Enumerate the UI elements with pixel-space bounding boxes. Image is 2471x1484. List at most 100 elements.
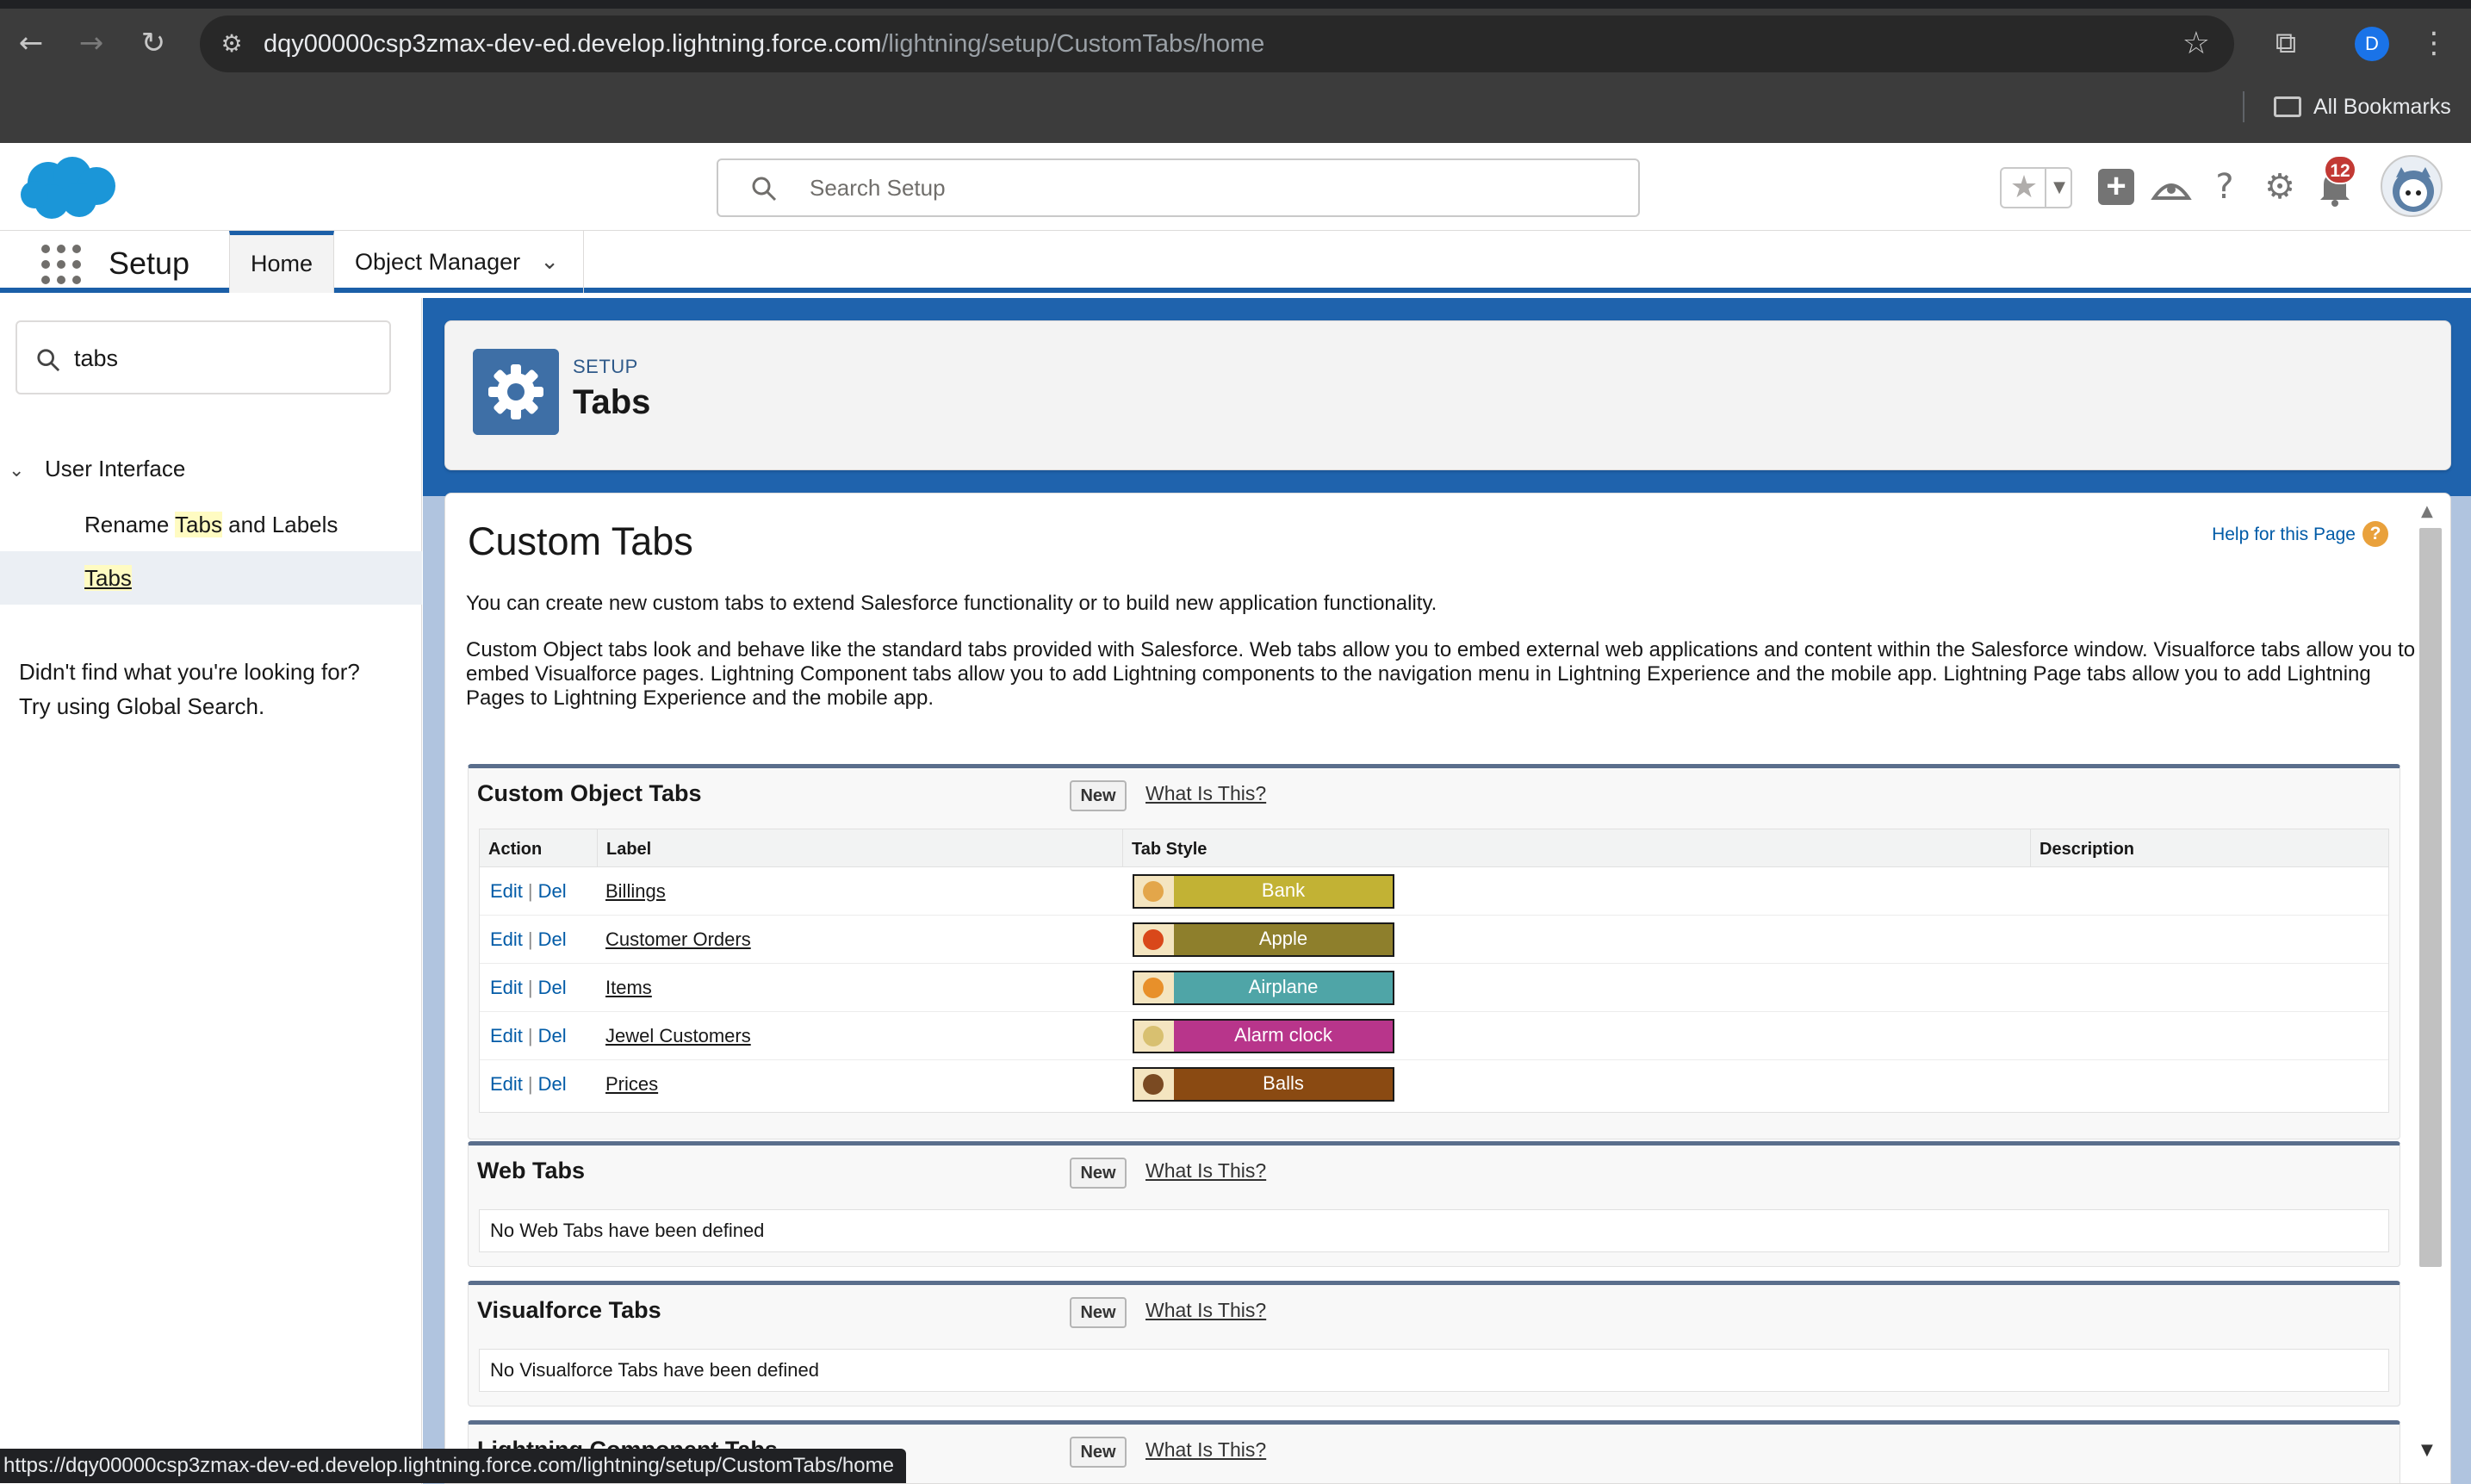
help-for-this-page-link[interactable]: Help for this Page: [2212, 525, 2356, 545]
tab-home[interactable]: Home: [229, 231, 334, 293]
action-separator: |: [527, 1073, 533, 1095]
tab-style-glyph: [1143, 1074, 1164, 1095]
astro-avatar-icon: [2393, 167, 2434, 212]
tree-group-user-interface[interactable]: ⌄ User Interface: [9, 451, 185, 486]
tab-label-link[interactable]: Prices: [605, 1073, 658, 1095]
search-setup-input[interactable]: Search Setup: [717, 158, 1640, 217]
app-navigation-bar: Setup Home Object Manager ⌄: [0, 231, 2471, 293]
content-scrollbar[interactable]: ▲ ▼: [2416, 502, 2443, 1475]
scroll-up-icon[interactable]: ▲: [2421, 502, 2433, 520]
favorites-dropdown-icon[interactable]: ▼: [2048, 171, 2071, 205]
salesforce-cloud-logo[interactable]: [19, 155, 119, 222]
tab-style-icon: [1134, 876, 1174, 907]
notification-count-badge: 12: [2324, 155, 2356, 184]
web-tabs-section: Web Tabs New What Is This? No Web Tabs h…: [468, 1141, 2400, 1267]
new-lightning-component-tab-button[interactable]: New: [1070, 1437, 1127, 1468]
row-actions: Edit | Del: [490, 964, 567, 1012]
tab-style-glyph: [1143, 1026, 1164, 1046]
user-avatar[interactable]: [2381, 155, 2443, 217]
tab-style-icon: [1134, 1021, 1174, 1052]
tab-style-name: Balls: [1174, 1069, 1393, 1100]
what-is-this-link[interactable]: What Is This?: [1145, 1159, 1266, 1183]
edit-link[interactable]: Edit: [490, 928, 523, 950]
tab-style-swatch: Apple: [1133, 922, 1394, 957]
quick-find-input[interactable]: tabs: [16, 320, 391, 394]
action-separator: |: [527, 928, 533, 950]
tab-style-icon: [1134, 1069, 1174, 1100]
del-link[interactable]: Del: [538, 880, 567, 902]
sidebar-item-rename-tabs-and-labels[interactable]: Rename Tabs and Labels: [0, 498, 422, 551]
del-link[interactable]: Del: [538, 1073, 567, 1095]
new-custom-object-tab-button[interactable]: New: [1070, 780, 1127, 811]
sidebar-item-label: and Labels: [221, 512, 338, 537]
search-icon: [752, 177, 777, 202]
what-is-this-link[interactable]: What Is This?: [1145, 1299, 1266, 1322]
tab-label-link[interactable]: Customer Orders: [605, 928, 751, 950]
section-title: Visualforce Tabs: [477, 1297, 661, 1323]
chevron-down-icon[interactable]: ⌄: [9, 454, 34, 488]
column-header: Action: [488, 840, 543, 859]
bookmarks-divider: [2243, 91, 2244, 122]
del-link[interactable]: Del: [538, 977, 567, 998]
what-is-this-link[interactable]: What Is This?: [1145, 1438, 1266, 1462]
browser-menu-icon[interactable]: ⋮: [2418, 22, 2449, 64]
intro-text: You can create new custom tabs to extend…: [466, 592, 1437, 615]
tab-object-manager-label: Object Manager: [355, 249, 521, 275]
quick-find-value: tabs: [74, 345, 119, 371]
bookmark-star-icon[interactable]: ☆: [2182, 26, 2210, 61]
extensions-icon[interactable]: ⧉: [2265, 22, 2306, 64]
favorites-group: ★ ▼: [2000, 167, 2072, 208]
reload-icon[interactable]: ↻: [133, 22, 174, 64]
scrollbar-thumb[interactable]: [2419, 528, 2442, 1267]
column-header: Tab Style: [1122, 829, 2030, 867]
page-title: Tabs: [573, 383, 651, 421]
new-web-tab-button[interactable]: New: [1070, 1158, 1127, 1189]
all-bookmarks-button[interactable]: All Bookmarks: [2274, 90, 2451, 124]
custom-object-tabs-section: Custom Object Tabs New What Is This? Act…: [468, 764, 2400, 1139]
action-separator: |: [527, 977, 533, 998]
sidebar-item-tabs[interactable]: Tabs: [0, 551, 422, 605]
back-icon[interactable]: ←: [10, 22, 52, 64]
favorites-separator: [2045, 169, 2046, 207]
setup-gear-icon[interactable]: ⚙: [2258, 165, 2301, 208]
not-found-message: Didn't find what you're looking for? Try…: [19, 655, 415, 723]
row-label: Items: [605, 964, 652, 1012]
del-link[interactable]: Del: [538, 1025, 567, 1046]
app-launcher-icon[interactable]: [41, 245, 81, 284]
tab-style-glyph: [1143, 929, 1164, 950]
tab-style-swatch: Airplane: [1133, 971, 1394, 1005]
section-title: Web Tabs: [477, 1158, 586, 1183]
row-label: Prices: [605, 1060, 658, 1108]
tab-label-link[interactable]: Billings: [605, 880, 666, 902]
table-row: Edit | Del Prices Balls: [480, 1060, 2388, 1108]
tab-label-link[interactable]: Jewel Customers: [605, 1025, 751, 1046]
section-title: Custom Object Tabs: [477, 780, 702, 806]
help-icon[interactable]: ?: [2203, 165, 2246, 208]
edit-link[interactable]: Edit: [490, 977, 523, 998]
edit-link[interactable]: Edit: [490, 880, 523, 902]
favorite-star-icon[interactable]: ★: [2007, 171, 2041, 205]
edit-link[interactable]: Edit: [490, 1025, 523, 1046]
what-is-this-link[interactable]: What Is This?: [1145, 782, 1266, 805]
new-visualforce-tab-button[interactable]: New: [1070, 1297, 1127, 1328]
del-link[interactable]: Del: [538, 928, 567, 950]
tab-object-manager[interactable]: Object Manager ⌄: [334, 231, 584, 293]
profile-avatar[interactable]: D: [2355, 27, 2389, 61]
help-question-icon[interactable]: ?: [2362, 521, 2388, 547]
forward-icon[interactable]: →: [71, 22, 112, 64]
scroll-down-icon[interactable]: ▼: [2421, 1441, 2433, 1459]
address-bar[interactable]: ⚙ dqy00000csp3zmax-dev-ed.develop.lightn…: [200, 16, 2234, 72]
chevron-down-icon[interactable]: ⌄: [540, 231, 559, 293]
tab-style-swatch: Bank: [1133, 874, 1394, 909]
tab-label-link[interactable]: Items: [605, 977, 652, 998]
site-info-icon[interactable]: ⚙: [215, 28, 248, 60]
browser-chrome: ← → ↻ ⚙ dqy00000csp3zmax-dev-ed.develop.…: [0, 0, 2471, 143]
global-actions-plus-icon[interactable]: +: [2098, 169, 2134, 205]
row-label: Billings: [605, 867, 666, 916]
sidebar-item-label: Rename: [84, 512, 176, 537]
not-found-line: Didn't find what you're looking for?: [19, 659, 360, 685]
edit-link[interactable]: Edit: [490, 1073, 523, 1095]
app-name: Setup: [109, 245, 190, 281]
trailhead-guidance-icon[interactable]: [2150, 165, 2193, 208]
row-label: Jewel Customers: [605, 1012, 751, 1060]
